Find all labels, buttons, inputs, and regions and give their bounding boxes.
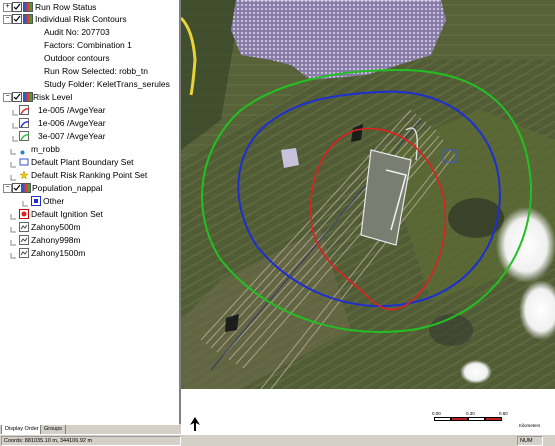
scale-segment [451,417,468,421]
scale-segment [434,417,451,421]
property-text: Study Folder: KeletTrans_serules [44,79,170,89]
tree-connector-icon [22,198,28,207]
line-style-icon[interactable] [19,118,30,128]
tree-connector-icon [10,172,16,181]
map-view[interactable] [181,0,555,389]
num-lock-indicator: NUM [517,436,543,446]
coordinates-readout: Coords: 881035.10 m, 344106.92 m [1,436,181,446]
property-text: Run Row Selected: robb_tn [44,66,148,76]
tree-connector-icon [12,133,18,142]
tree-connector-icon [12,120,18,129]
scale-segment [468,417,485,421]
expand-toggle[interactable]: + [3,3,12,12]
tree-connector-icon [10,237,16,246]
scale-tick-start: 0.00 [432,411,441,416]
expand-toggle[interactable]: − [3,93,12,102]
layer-label: Risk Level [33,92,73,102]
line-style-icon[interactable] [19,105,30,115]
layer-label: Zahony998m [31,235,81,245]
grid-layer-icon [23,2,33,12]
layer-label: Zahony500m [31,222,81,232]
layer-label: Population_nappal [32,183,103,193]
layer-label: Default Risk Ranking Point Set [31,170,148,180]
expand-toggle[interactable]: − [3,15,12,24]
north-arrow-icon [188,416,202,432]
property-text: Outdoor contours [44,53,110,63]
layer-tree-panel[interactable]: + Run Row Status − Individual Risk Conto… [0,0,181,424]
status-bar: Coords: 881035.10 m, 344106.92 m NUM [0,434,555,446]
layer-label: 3e-007 /AvgeYear [38,131,106,141]
star-icon [19,170,29,180]
tree-connector-icon [10,146,16,155]
layer-label: Run Row Status [35,2,97,12]
property-text: Factors: Combination 1 [44,40,132,50]
tree-connector-icon [10,224,16,233]
map-footer: 0.00 0.30 0.60 Kilometers [181,389,555,434]
tree-connector-icon [10,159,16,168]
population-symbol-icon [31,196,41,206]
satellite-map [181,0,555,389]
grid-layer-icon [23,92,33,102]
point-dot-icon [20,146,25,155]
layer-label: Zahony1500m [31,248,86,258]
line-style-icon[interactable] [19,131,30,141]
app-window: + Run Row Status − Individual Risk Conto… [0,0,555,446]
scale-tick-end: 0.60 [499,411,508,416]
property-text: Audit No: 207703 [44,27,110,37]
scale-bar: 0.00 0.30 0.60 Kilometers [424,411,540,431]
image-layer-icon [19,222,29,232]
boundary-rect-icon [19,157,29,167]
tree-connector-icon [10,211,16,220]
ignition-icon [19,209,29,219]
grid-layer-icon [21,183,31,193]
tree-connector-icon [10,250,16,259]
layer-label: Other [43,196,65,206]
layer-label: m_robb [31,144,60,154]
grid-layer-icon [23,14,33,24]
layer-label: 1e-006 /AvgeYear [38,118,106,128]
layer-label: Individual Risk Contours [35,14,127,24]
layer-checkbox-icon[interactable] [12,2,22,12]
image-layer-icon [19,235,29,245]
scale-tick-middle: 0.30 [466,411,475,416]
image-layer-icon [19,248,29,258]
layer-label: Default Ignition Set [31,209,103,219]
layer-label: Default Plant Boundary Set [31,157,134,167]
layer-label: 1e-005 /AvgeYear [38,105,106,115]
expand-toggle[interactable]: − [3,184,12,193]
scale-segment [485,417,502,421]
scale-unit: Kilometers [519,423,541,428]
tree-connector-icon [12,107,18,116]
layer-checkbox-icon[interactable] [12,92,22,102]
layer-checkbox-icon[interactable] [12,14,22,24]
